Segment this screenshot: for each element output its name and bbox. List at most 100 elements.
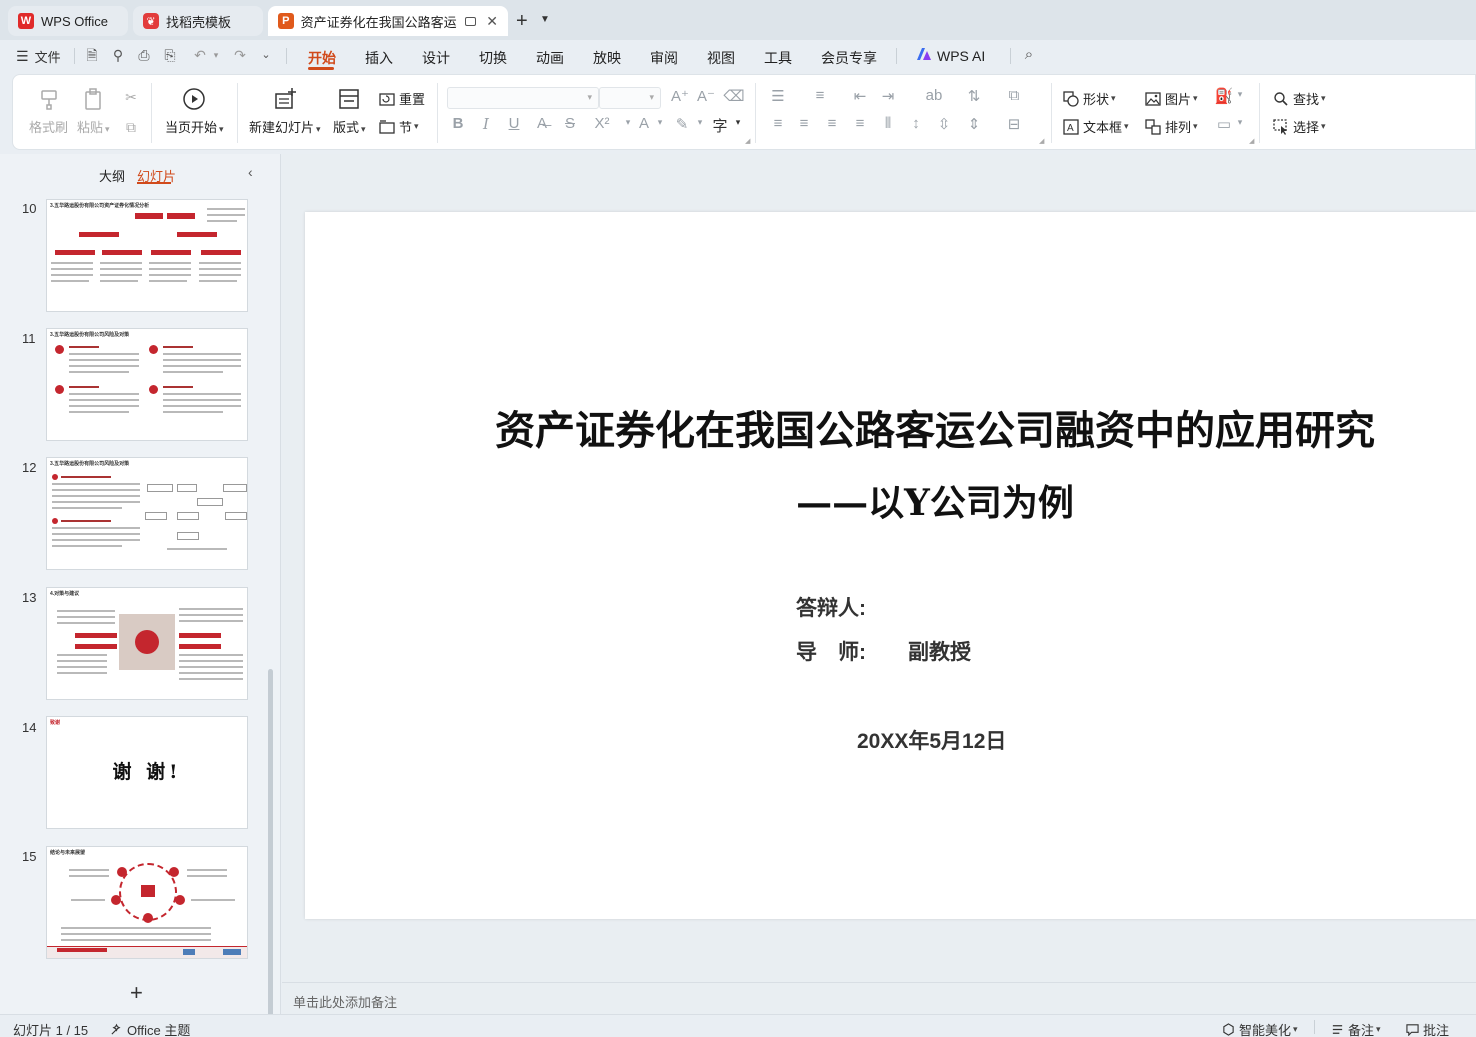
print-preview-icon[interactable]: ⎘	[162, 47, 178, 63]
tab-review[interactable]: 审阅	[650, 48, 678, 68]
arrange-button[interactable]: 排列 ▾	[1145, 117, 1198, 136]
convert-smartart-icon[interactable]: ⧉	[1003, 87, 1025, 104]
play-from-current-button[interactable]: 当页开始 ▾	[165, 87, 224, 136]
copy-icon[interactable]: ⧉	[123, 119, 139, 135]
reset-button[interactable]: 重置	[379, 89, 425, 108]
add-slide-icon[interactable]: +	[130, 980, 143, 1006]
undo-dropdown-icon[interactable]: ▾	[208, 47, 224, 63]
advisor-title[interactable]: 副教授	[908, 636, 971, 666]
theme-button[interactable]: Office 主题	[110, 1020, 190, 1037]
slide-thumbnail-11[interactable]: 3.五华路运股份有限公司风险及对策	[46, 328, 248, 441]
tab-docer-templates[interactable]: ❦ 找稻壳模板	[133, 6, 263, 36]
defender-label[interactable]: 答辩人:	[796, 592, 866, 622]
current-slide[interactable]: 资产证券化在我国公路客运公司融资中的应用研究 ——以Y公司为例 答辩人: 导 师…	[305, 212, 1476, 919]
superscript-icon[interactable]: X²	[591, 115, 613, 132]
decrease-indent-icon[interactable]: ⇤	[849, 87, 871, 105]
bullets-icon[interactable]: ☰	[767, 87, 789, 105]
cut-icon[interactable]: ✂	[123, 89, 139, 105]
tab-presentation[interactable]: P 资产证券化在我国公路客运公司的 ✕	[268, 6, 508, 36]
fill-dropdown-icon[interactable]: ▾	[1229, 89, 1251, 100]
drawing-dialog-launcher-icon[interactable]: ◢	[1249, 137, 1254, 145]
slide-thumbnail-12[interactable]: 3.五华路运股份有限公司风险及对策	[46, 457, 248, 570]
slide-thumbnail-10[interactable]: 3.五华路运股份有限公司资产证券化情况分析	[46, 199, 248, 312]
notes-button[interactable]: 备注 ▾	[1331, 1020, 1381, 1037]
layout-button[interactable]: 版式 ▾	[333, 87, 366, 136]
text-effects-icon[interactable]: A̶	[531, 115, 553, 132]
section-button[interactable]: 节 ▾	[379, 117, 419, 136]
tab-view[interactable]: 视图	[707, 48, 735, 68]
redo-icon[interactable]: ↷	[232, 47, 248, 63]
numbering-icon[interactable]: ≡	[809, 87, 831, 104]
close-tab-icon[interactable]: ✕	[486, 13, 498, 30]
highlight-dropdown-icon[interactable]: ▾	[689, 117, 711, 128]
undo-icon[interactable]: ↶	[192, 47, 208, 63]
font-size-combo[interactable]: ▾	[599, 87, 661, 109]
new-slide-button[interactable]: 新建幻灯片 ▾	[249, 87, 321, 136]
slide-thumbnail-14[interactable]: 致谢 谢 谢!	[46, 716, 248, 829]
collapse-panel-icon[interactable]: ‹	[248, 164, 253, 180]
distributed-icon[interactable]: ⫴	[877, 115, 899, 132]
slide-date[interactable]: 20XX年5月12日	[857, 725, 1006, 755]
chevron-down-icon[interactable]: ▼	[540, 14, 550, 25]
columns-icon[interactable]: ⊟	[1003, 115, 1025, 133]
search-icon[interactable]: ⌕	[1021, 47, 1037, 63]
smart-beautify-button[interactable]: 智能美化 ▾	[1222, 1020, 1298, 1037]
paste-button[interactable]: 粘贴 ▾	[77, 87, 110, 136]
increase-font-icon[interactable]: A⁺	[669, 87, 691, 105]
increase-indent-icon[interactable]: ⇥	[877, 87, 899, 105]
monitor-icon[interactable]	[465, 16, 477, 26]
align-right-icon[interactable]: ≡	[821, 115, 843, 132]
textbox-button[interactable]: A 文本框 ▾	[1063, 117, 1129, 136]
format-painter-button[interactable]: 格式刷	[29, 87, 68, 136]
tab-transitions[interactable]: 切换	[479, 48, 507, 68]
paragraph-spacing-icon[interactable]: ⇳	[933, 115, 955, 133]
tab-outline[interactable]: 大纲	[99, 166, 125, 185]
slide-thumbnail-13[interactable]: 4.对策与建议	[46, 587, 248, 700]
italic-icon[interactable]: I	[475, 115, 497, 133]
file-menu[interactable]: ☰ 文件	[16, 47, 61, 66]
save-icon[interactable]: 🗎	[84, 47, 100, 63]
paragraph-dialog-launcher-icon[interactable]: ◢	[1039, 137, 1044, 145]
tab-home[interactable]: 开始	[308, 48, 336, 68]
tab-insert[interactable]: 插入	[365, 48, 393, 68]
new-tab-icon[interactable]: +	[516, 10, 528, 33]
vertical-align-icon[interactable]: ⇕	[963, 115, 985, 133]
tab-wps-ai[interactable]: WPS AI	[937, 48, 985, 64]
clear-format-icon[interactable]: ⌫	[723, 87, 745, 105]
slide-subtitle[interactable]: ——以Y公司为例	[305, 474, 1476, 526]
share-icon[interactable]: ⚲	[110, 47, 126, 63]
font-dialog-launcher-icon[interactable]: ◢	[745, 137, 750, 145]
more-quick-access-icon[interactable]: ⌄	[258, 47, 274, 63]
tab-member[interactable]: 会员专享	[821, 48, 877, 68]
align-center-icon[interactable]: ≡	[793, 115, 815, 132]
tab-tools[interactable]: 工具	[764, 48, 792, 68]
font-color-dropdown-icon[interactable]: ▾	[649, 117, 671, 128]
find-button[interactable]: 查找 ▾	[1273, 89, 1326, 108]
advisor-label[interactable]: 导 师:	[796, 636, 866, 666]
shape-button[interactable]: 形状 ▾	[1063, 89, 1116, 108]
tab-animations[interactable]: 动画	[536, 48, 564, 68]
tab-slideshow[interactable]: 放映	[593, 48, 621, 68]
align-left-icon[interactable]: ≡	[767, 115, 789, 132]
print-icon[interactable]: ⎙	[136, 47, 152, 63]
thumbnail-scrollbar[interactable]	[268, 669, 273, 1037]
outline-dropdown-icon[interactable]: ▾	[1229, 117, 1251, 128]
comments-button[interactable]: 批注	[1406, 1020, 1449, 1037]
decrease-font-icon[interactable]: A⁻	[695, 87, 717, 105]
slide-title[interactable]: 资产证券化在我国公路客运公司融资中的应用研究	[305, 398, 1476, 456]
text-direction-icon[interactable]: ab	[923, 87, 945, 104]
notes-pane[interactable]: 单击此处添加备注	[282, 982, 1476, 1014]
slide-thumbnail-15[interactable]: 结论与未来展望	[46, 846, 248, 959]
underline-icon[interactable]: U	[503, 115, 525, 132]
tab-design[interactable]: 设计	[422, 48, 450, 68]
picture-button[interactable]: 图片 ▾	[1145, 89, 1198, 108]
justify-icon[interactable]: ≡	[849, 115, 871, 132]
select-button[interactable]: 选择 ▾	[1273, 117, 1326, 136]
font-name-combo[interactable]: ▾	[447, 87, 599, 109]
phonetic-dropdown-icon[interactable]: ▾	[727, 117, 749, 128]
tab-wps-office[interactable]: W WPS Office	[8, 6, 128, 36]
bold-icon[interactable]: B	[447, 115, 469, 132]
line-spacing-icon[interactable]: ↕	[905, 115, 927, 132]
sort-icon[interactable]: ⇅	[963, 87, 985, 105]
strikethrough-icon[interactable]: S	[559, 115, 581, 132]
